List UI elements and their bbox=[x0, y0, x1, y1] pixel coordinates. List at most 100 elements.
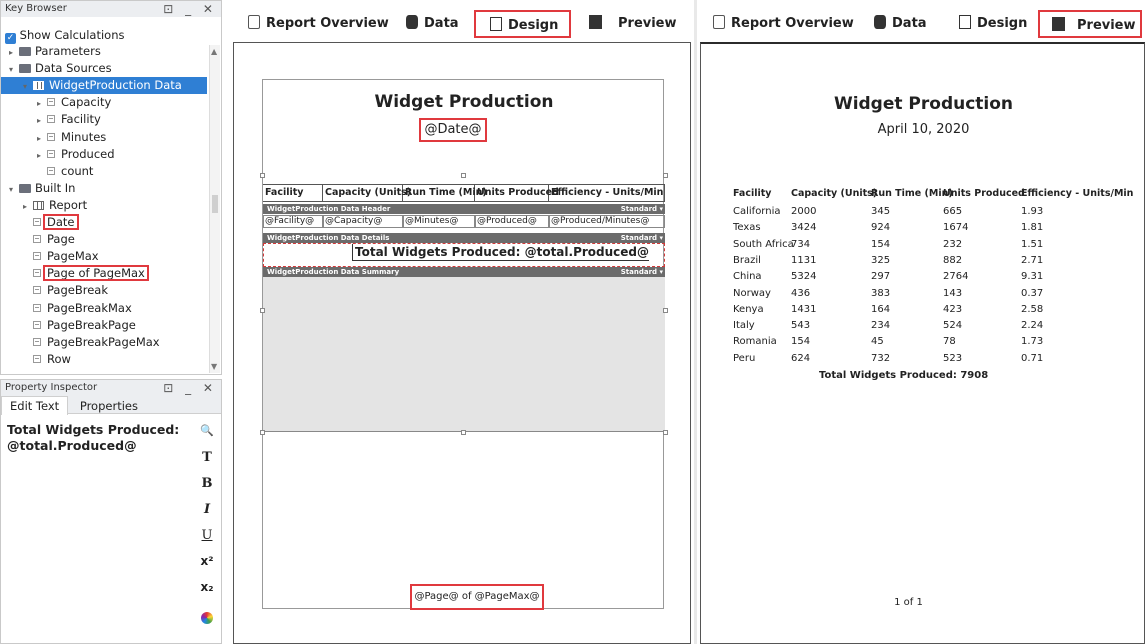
tree-item[interactable]: PageBreakPage bbox=[1, 317, 136, 334]
text-editor[interactable]: Total Widgets Produced: @total.Produced@ bbox=[7, 422, 187, 454]
folder-icon bbox=[19, 64, 31, 74]
preview-canvas[interactable]: Widget Production April 10, 2020 Facilit… bbox=[700, 42, 1145, 644]
resize-handle[interactable] bbox=[663, 173, 668, 178]
resize-handle[interactable] bbox=[260, 308, 265, 313]
key-icon bbox=[33, 303, 41, 312]
bold-icon[interactable]: B bbox=[199, 476, 215, 491]
tab-preview[interactable]: Preview bbox=[1038, 10, 1142, 38]
expand-arrow-icon[interactable]: ▾ bbox=[9, 181, 19, 198]
column-header[interactable]: Facility bbox=[263, 185, 323, 201]
scroll-down-arrow[interactable]: ▼ bbox=[211, 362, 217, 371]
tree-item[interactable]: ▸ Parameters bbox=[1, 45, 101, 60]
tab-design[interactable]: Design bbox=[474, 10, 571, 38]
tree-item[interactable]: ▸ Report bbox=[1, 197, 87, 214]
resize-handle[interactable] bbox=[260, 173, 265, 178]
empty-band-area[interactable] bbox=[263, 277, 665, 432]
checkbox-checked-icon[interactable]: ✓ bbox=[5, 33, 16, 44]
band-details[interactable]: WidgetProduction Data Details Standard ▾ bbox=[263, 233, 665, 243]
resize-handle[interactable] bbox=[461, 430, 466, 435]
tab-preview[interactable]: Preview bbox=[585, 10, 677, 38]
collapse-arrow-icon[interactable]: ▸ bbox=[9, 45, 19, 61]
tab-data[interactable]: Data bbox=[870, 10, 927, 38]
color-wheel-icon[interactable] bbox=[201, 612, 213, 624]
tree-item[interactable]: PageMax bbox=[1, 248, 99, 265]
scroll-thumb[interactable] bbox=[212, 195, 218, 213]
tree-item[interactable]: Page of PageMax bbox=[1, 265, 149, 282]
tab-properties[interactable]: Properties bbox=[72, 397, 146, 415]
tree-item[interactable]: ▸ Facility bbox=[1, 111, 101, 128]
tab-edit-text[interactable]: Edit Text bbox=[1, 396, 69, 415]
tree-item[interactable]: ▾ WidgetProduction Data bbox=[1, 77, 207, 95]
key-icon bbox=[47, 166, 55, 175]
preview-pane: Report Overview Data Design Preview Widg… bbox=[697, 0, 1148, 644]
collapse-arrow-icon[interactable]: ▸ bbox=[37, 95, 47, 112]
tree-item[interactable]: PageBreakMax bbox=[1, 300, 132, 317]
scroll-up-arrow[interactable]: ▲ bbox=[211, 47, 217, 56]
page-footer-field[interactable]: @Page@ of @PageMax@ bbox=[410, 584, 544, 610]
italic-icon[interactable]: I bbox=[199, 502, 215, 517]
preview-table-row: Peru 624 732 523 0.71 bbox=[733, 351, 1133, 367]
band-mode-dropdown[interactable]: Standard ▾ bbox=[621, 267, 663, 277]
row-key-cell[interactable]: @Capacity@ bbox=[323, 215, 403, 228]
column-header[interactable]: Units Produced bbox=[475, 185, 559, 201]
table-data-row[interactable]: @Facility@ @Capacity@ @Minutes@ @Produced@ @… bbox=[263, 215, 665, 228]
report-title[interactable]: Widget Production bbox=[263, 92, 665, 112]
expand-arrow-icon[interactable]: ▾ bbox=[23, 78, 33, 95]
key-browser-panel: Key Browser ⊡ _ ✕ ✓ Show Calculations ▸ P… bbox=[0, 0, 222, 375]
row-key-cell[interactable]: @Produced/Minutes@ bbox=[549, 215, 665, 228]
row-key-cell[interactable]: @Facility@ bbox=[263, 215, 323, 228]
tree-item[interactable]: ▸ Minutes bbox=[1, 129, 106, 146]
superscript-icon[interactable]: x² bbox=[199, 554, 215, 568]
table-header-row[interactable]: Facility Capacity (Units) Run Time (Min) Un… bbox=[263, 184, 665, 202]
tree-item[interactable]: ▾ Data Sources bbox=[1, 60, 112, 77]
collapse-arrow-icon[interactable]: ▸ bbox=[23, 198, 33, 215]
preview-cell: 882 bbox=[943, 254, 963, 266]
row-key-cell[interactable]: @Minutes@ bbox=[403, 215, 475, 228]
tree-item[interactable]: PageBreak bbox=[1, 282, 108, 299]
resize-handle[interactable] bbox=[260, 430, 265, 435]
column-header[interactable]: Run Time (Min) bbox=[403, 185, 487, 201]
collapse-arrow-icon[interactable]: ▸ bbox=[37, 147, 47, 164]
underline-icon[interactable]: U bbox=[199, 528, 215, 543]
expand-arrow-icon[interactable]: ▾ bbox=[9, 61, 19, 78]
row-key-cell[interactable]: @Produced@ bbox=[475, 215, 549, 228]
tree-item[interactable]: PageBreakPageMax bbox=[1, 334, 160, 351]
band-summary[interactable]: WidgetProduction Data Summary Standard ▾ bbox=[263, 267, 665, 277]
key-icon bbox=[33, 218, 41, 226]
tree-scrollbar[interactable]: ▲ ▼ bbox=[209, 45, 220, 373]
band-mode-dropdown[interactable]: Standard ▾ bbox=[621, 204, 663, 214]
resize-handle[interactable] bbox=[663, 308, 668, 313]
tree-item[interactable]: ▸ Capacity bbox=[1, 94, 111, 111]
collapse-arrow-icon[interactable]: ▸ bbox=[37, 130, 47, 147]
tab-report-overview[interactable]: Report Overview bbox=[244, 10, 389, 38]
collapse-arrow-icon[interactable]: ▸ bbox=[37, 112, 47, 129]
preview-table-row: Romania 154 45 78 1.73 bbox=[733, 334, 1133, 350]
column-header[interactable]: Capacity (Units) bbox=[323, 185, 411, 201]
search-icon[interactable]: 🔍 bbox=[199, 424, 215, 437]
resize-handle[interactable] bbox=[663, 430, 668, 435]
design-canvas[interactable]: Widget Production @Date@ Facility Capacit… bbox=[233, 42, 691, 644]
band-header[interactable]: WidgetProduction Data Header Standard ▾ bbox=[263, 204, 665, 214]
font-icon[interactable]: T bbox=[199, 450, 215, 465]
tree-item[interactable]: ▾ Built In bbox=[1, 180, 75, 197]
tab-design[interactable]: Design bbox=[955, 10, 1027, 38]
window-controls[interactable]: ⊡ _ ✕ bbox=[163, 380, 217, 396]
tree-item[interactable]: ▸ Produced bbox=[1, 146, 115, 163]
tree-item[interactable]: Page bbox=[1, 231, 75, 248]
tree-item[interactable]: count bbox=[1, 163, 93, 180]
resize-handle[interactable] bbox=[461, 173, 466, 178]
tab-report-overview[interactable]: Report Overview bbox=[709, 10, 854, 38]
tree-item[interactable]: Row bbox=[1, 351, 71, 368]
window-controls[interactable]: ⊡ _ ✕ bbox=[163, 1, 217, 17]
band-mode-dropdown[interactable]: Standard ▾ bbox=[621, 233, 663, 243]
summary-text-field[interactable]: Total Widgets Produced: @total.Produced@ bbox=[263, 243, 665, 267]
tree-item-label: Report bbox=[49, 197, 88, 212]
show-calculations-toggle[interactable]: ✓ Show Calculations bbox=[5, 28, 125, 44]
tab-data[interactable]: Data bbox=[402, 10, 459, 38]
report-page[interactable]: Widget Production @Date@ Facility Capacit… bbox=[260, 79, 668, 610]
tree-item[interactable]: Date bbox=[1, 214, 79, 231]
subscript-icon[interactable]: x₂ bbox=[199, 580, 215, 594]
column-header[interactable]: Efficiency - Units/Min bbox=[549, 185, 665, 201]
date-key-field[interactable]: @Date@ bbox=[419, 118, 487, 142]
grid-icon bbox=[33, 200, 44, 210]
